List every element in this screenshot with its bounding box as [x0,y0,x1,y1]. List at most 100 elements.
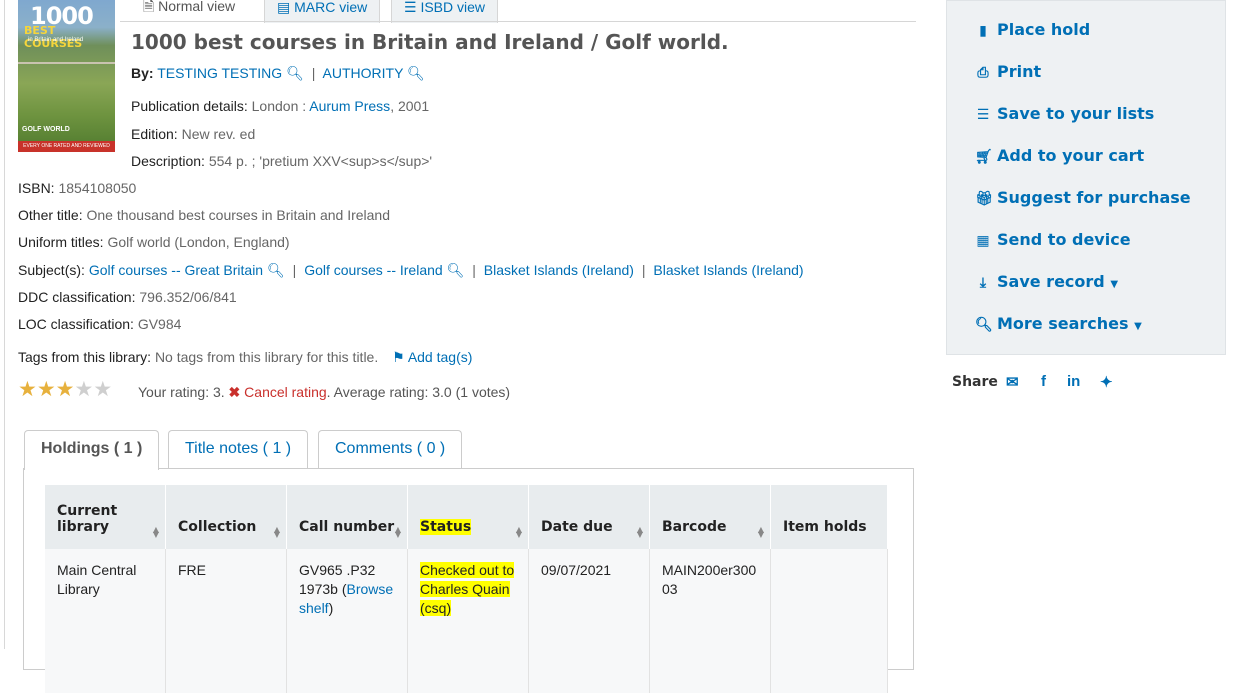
cancel-rating-link[interactable]: Cancel rating [244,384,327,400]
cell-date-due: 09/07/2021 [528,549,650,693]
star-rating[interactable]: ★★★★★ [18,378,112,401]
column-header-collection[interactable]: Collection ▲ ▼ [165,485,287,549]
author-link[interactable]: AUTHORITY [323,65,404,81]
uniform-title-row: Uniform titles: Golf world (London, Engl… [18,234,290,250]
subject-link[interactable]: Blasket Islands (Ireland) [484,262,634,278]
print-label: Print [997,62,1042,81]
tabs-underline [120,21,916,22]
tab-isbd-label: ISBD view [420,0,486,15]
twitter-icon[interactable]: ✦ [1100,373,1113,391]
tab-title-notes[interactable]: Title notes ( 1 ) [168,430,309,468]
tab-normal-label: Normal view [158,0,236,14]
by-label: By: [131,65,154,81]
subject-link[interactable]: Golf courses -- Ireland [304,262,443,278]
rating-text: Your rating: 3. ✖ Cancel rating. Average… [138,384,510,401]
cell-status: Checked out to Charles Quain (csq) [407,549,529,693]
publication-label: Publication details: [131,98,248,114]
search-icon[interactable]: 🔍︎ [267,262,285,278]
status-value: Checked out to Charles Quain (csq) [420,562,515,616]
header-label: Status [420,519,472,535]
tag-icon[interactable]: ⚑ [392,349,405,365]
print-link[interactable]: ⎙ Print [975,62,1041,81]
suggest-purchase-link[interactable]: 🎁︎ Suggest for purchase [975,188,1191,207]
header-label: Collection [178,519,257,535]
tab-isbd-view[interactable]: ☰ ISBD view [391,0,499,23]
header-label: Date due [541,519,613,535]
table-row: Main Central Library FRE GV965 .P32 1973… [45,549,888,693]
star-icon[interactable]: ★ [93,378,112,401]
add-to-cart-link[interactable]: 🛒︎ Add to your cart [975,146,1144,165]
more-searches-dropdown[interactable]: 🔍︎ More searches ▼ [975,314,1142,333]
facebook-icon[interactable]: f [1041,373,1046,390]
save-to-lists-label: Save to your lists [997,104,1155,123]
caret-down-icon: ▼ [1134,321,1142,332]
subjects-row: Subject(s): Golf courses -- Great Britai… [18,262,804,278]
cover-strip: EVERY ONE RATED AND REVIEWED [18,141,115,152]
subject-link[interactable]: Blasket Islands (Ireland) [653,262,803,278]
sort-icon: ▲ ▼ [515,525,522,539]
uniform-title-value: Golf world (London, England) [107,234,290,250]
book-cover-image[interactable]: 1000 BEST COURSES in Britain and Ireland… [18,0,115,152]
description-value: 554 p. ; 'pretium XXV<sup>s</sup>' [208,153,433,169]
loc-row: LOC classification: GV984 [18,316,181,332]
column-header-date-due[interactable]: Date due ▲ ▼ [528,485,650,549]
author-link[interactable]: TESTING TESTING [157,65,282,81]
email-icon[interactable]: ✉ [1006,373,1019,391]
place-hold-link[interactable]: ▮ Place hold [975,20,1090,39]
list-icon: ▤ [277,0,291,15]
publication-year: , 2001 [390,98,430,114]
star-icon[interactable]: ★ [56,378,75,401]
publisher-link[interactable]: Aurum Press [309,98,390,114]
description-label: Description: [131,153,205,169]
document-icon: 🗎 [143,0,155,14]
publication-row: Publication details: London : Aurum Pres… [131,98,429,114]
tab-marc-view[interactable]: ▤ MARC view [264,0,381,23]
subject-link[interactable]: Golf courses -- Great Britain [89,262,263,278]
column-header-call-number[interactable]: Call number ▲ ▼ [286,485,408,549]
table-header-row: Current library ▲ ▼ Collection ▲ ▼ Call numb… [45,485,888,549]
tab-holdings[interactable]: Holdings ( 1 ) [24,430,160,470]
other-title-label: Other title: [18,207,83,223]
save-to-lists-link[interactable]: ☰ Save to your lists [975,104,1155,123]
linkedin-icon[interactable]: in [1067,373,1080,390]
average-rating: . Average rating: 3.0 (1 votes) [326,384,511,400]
add-tags-link[interactable]: Add tag(s) [408,349,473,365]
send-to-device-link[interactable]: ▦ Send to device [975,230,1130,249]
tab-comments[interactable]: Comments ( 0 ) [318,430,463,468]
isbn-row: ISBN: 1854108050 [18,180,136,196]
search-icon[interactable]: 🔍︎ [447,262,465,278]
cover-subtitle: in Britain and Ireland [28,37,84,43]
authors-row: By: TESTING TESTING 🔍︎ | AUTHORITY 🔍︎ [131,65,425,81]
sort-icon: ▲ ▼ [757,525,764,539]
download-icon: ⤓ [979,275,987,291]
column-header-item-holds[interactable]: Item holds [770,485,888,549]
save-record-dropdown[interactable]: ⤓ Save record ▼ [975,272,1118,291]
cell-library: Main Central Library [45,549,166,693]
save-record-label: Save record [997,272,1105,291]
star-icon[interactable]: ★ [74,378,93,401]
isbn-value: 1854108050 [58,180,137,196]
sort-icon: ▲ ▼ [273,525,280,539]
list-icon: ☰ [404,0,417,15]
edition-label: Edition: [131,126,178,142]
browse-paren-close: ) [328,600,334,616]
close-icon[interactable]: ✖ [229,384,241,400]
star-icon[interactable]: ★ [18,378,37,401]
holdings-table: Current library ▲ ▼ Collection ▲ ▼ Call numb… [45,485,888,693]
cart-icon: 🛒︎ [975,149,993,165]
header-label: Call number [299,519,395,535]
tags-value: No tags from this library for this title… [154,349,379,365]
record-title: 1000 best courses in Britain and Ireland… [131,30,729,54]
column-header-current-library[interactable]: Current library ▲ ▼ [45,485,166,549]
column-header-status[interactable]: Status ▲ ▼ [407,485,529,549]
caret-down-icon: ▼ [1110,279,1119,290]
tab-marc-label: MARC view [294,0,368,15]
star-icon[interactable]: ★ [37,378,56,401]
sort-icon: ▲ ▼ [394,525,401,539]
search-icon[interactable]: 🔍︎ [286,65,304,81]
left-border [4,0,5,649]
search-icon[interactable]: 🔍︎ [407,65,425,81]
isbn-label: ISBN: [18,180,55,196]
tab-normal-view[interactable]: 🗎 Normal view [143,0,235,22]
column-header-barcode[interactable]: Barcode ▲ ▼ [649,485,771,549]
